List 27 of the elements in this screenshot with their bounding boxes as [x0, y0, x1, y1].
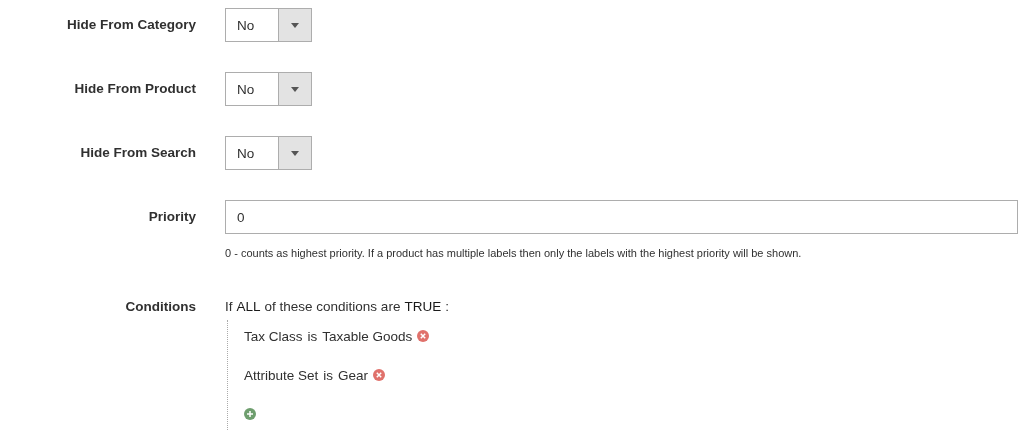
condition-link[interactable]: is [307, 328, 318, 344]
select-dropdown[interactable]: No [225, 72, 312, 106]
condition-link[interactable]: is [323, 367, 334, 383]
field-label: Hide From Search [79, 144, 196, 162]
select-dropdown[interactable]: No [225, 8, 312, 42]
text-field[interactable]: 0 [225, 200, 1018, 234]
field-label: Hide From Category [65, 16, 196, 34]
field-note: 0 - counts as highest priority. If a product has multiple labels then only the labels with the highest priority will be shown. [225, 247, 803, 259]
remove-icon[interactable] [417, 330, 430, 342]
select-dropdown[interactable]: No [225, 136, 312, 170]
condition-link[interactable]: Taxable Goods [322, 328, 413, 344]
remove-icon[interactable] [373, 369, 386, 381]
condition-text: If [225, 299, 233, 314]
condition-link[interactable]: TRUE [404, 299, 442, 314]
caret-icon [291, 22, 299, 28]
field-label: Hide From Product [73, 80, 196, 98]
condition-text: : [445, 299, 449, 314]
field-label: Conditions [124, 299, 196, 316]
caret-icon [291, 86, 299, 92]
condition-link[interactable]: ALL [236, 299, 261, 314]
condition-link[interactable]: Tax Class [244, 328, 303, 344]
condition-text: of these conditions are [264, 299, 401, 314]
caret-icon [291, 150, 299, 156]
condition-link[interactable]: Gear [338, 367, 369, 383]
condition-link[interactable]: Attribute Set [244, 367, 319, 383]
add-icon[interactable] [244, 408, 256, 420]
field-label: Priority [147, 208, 196, 226]
